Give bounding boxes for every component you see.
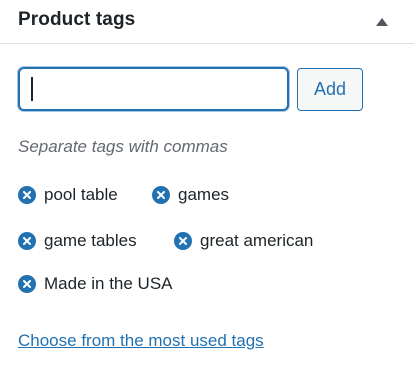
remove-x-icon xyxy=(157,191,165,199)
remove-tag-button[interactable] xyxy=(174,232,192,250)
product-tags-panel: Product tags Add Separate tags with comm… xyxy=(0,0,414,375)
tag-item: game tables xyxy=(18,229,137,253)
remove-x-icon xyxy=(23,191,31,199)
triangle-up-icon xyxy=(376,18,388,26)
remove-tag-button[interactable] xyxy=(18,275,36,293)
collapse-toggle-button[interactable] xyxy=(372,12,392,32)
add-tag-button[interactable]: Add xyxy=(297,68,363,111)
remove-x-icon xyxy=(179,237,187,245)
remove-tag-button[interactable] xyxy=(18,186,36,204)
tag-item: games xyxy=(152,183,229,207)
most-used-tags-link[interactable]: Choose from the most used tags xyxy=(18,331,264,351)
tag-label: great american xyxy=(200,231,314,250)
remove-x-icon xyxy=(23,237,31,245)
tag-label: games xyxy=(178,185,230,204)
tag-item: great american xyxy=(174,229,313,253)
remove-tag-button[interactable] xyxy=(18,232,36,250)
text-caret xyxy=(31,77,33,101)
panel-title: Product tags xyxy=(18,9,136,30)
tags-hint: Separate tags with commas xyxy=(18,137,228,156)
tag-item: pool table xyxy=(18,183,118,207)
panel-header: Product tags xyxy=(0,0,414,44)
tag-label: pool table xyxy=(44,185,118,204)
new-tag-input[interactable] xyxy=(18,67,289,111)
tag-label: Made in the USA xyxy=(44,274,173,293)
remove-tag-button[interactable] xyxy=(152,186,170,204)
tag-label: game tables xyxy=(44,231,137,250)
tag-item: Made in the USA xyxy=(18,272,173,296)
remove-x-icon xyxy=(23,280,31,288)
